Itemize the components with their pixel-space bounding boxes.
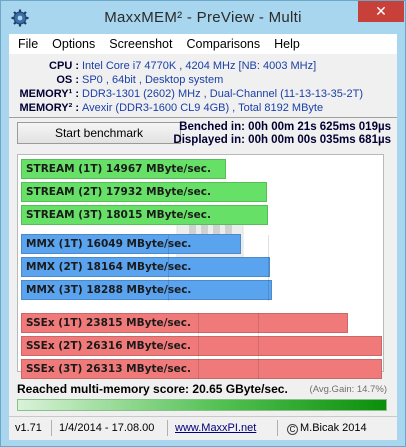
info-label: MEMORY² :: [19, 102, 79, 114]
avg-gain: (Avg.Gain: 14.7%): [309, 384, 387, 395]
info-label: MEMORY¹ :: [19, 88, 79, 100]
menu-screenshot[interactable]: Screenshot: [102, 37, 179, 51]
bar-divider: [268, 235, 269, 301]
result-bar-ssex: SSEx (1T) 23815 MByte/sec.: [21, 313, 348, 333]
result-bar-label: STREAM (3T) 18015 MByte/sec.: [26, 209, 211, 221]
app-window: MaxxMEM² - PreView - Multi ✕ File Option…: [0, 0, 406, 447]
author-name: M.Bicak 2014: [300, 422, 367, 434]
info-value: DDR3-1301 (2602) MHz , Dual-Channel (11-…: [82, 88, 364, 100]
score-text: Reached multi-memory score: 20.65 GByte/…: [17, 382, 288, 396]
info-value: Intel Core i7 4770K , 4204 MHz [NB: 4003…: [82, 60, 317, 72]
result-bar-ssex: SSEx (3T) 26313 MByte/sec.: [21, 359, 382, 379]
result-bar-label: MMX (2T) 18164 MByte/sec.: [26, 261, 192, 273]
info-value: SP0 , 64bit , Desktop system: [82, 74, 224, 86]
score-progress-bar: [17, 399, 387, 411]
status-version: v1.71: [15, 422, 42, 434]
start-benchmark-button[interactable]: Start benchmark: [17, 122, 181, 144]
window-title: MaxxMEM² - PreView - Multi: [104, 9, 302, 26]
result-bar-stream: STREAM (1T) 14967 MByte/sec.: [21, 159, 226, 179]
benchmark-times: Benched in: 00h 00m 21s 625ms 019µs Disp…: [173, 121, 391, 147]
bar-divider: [168, 235, 169, 301]
result-bar-label: SSEx (1T) 23815 MByte/sec.: [26, 317, 192, 329]
result-bar-mmx: MMX (1T) 16049 MByte/sec.: [21, 234, 241, 254]
title-bar[interactable]: MaxxMEM² - PreView - Multi ✕: [1, 1, 405, 34]
info-value: Avexir (DDR3-1600 CL9 4GB) , Total 8192 …: [82, 102, 324, 114]
separator: [9, 117, 397, 118]
bar-divider: [258, 313, 259, 379]
displayed-time: Displayed in: 00h 00m 00s 035ms 681µs: [173, 134, 391, 146]
status-bar: v1.71 1/4/2014 - 17.08.00 www.MaxxPI.net…: [9, 416, 397, 438]
result-bar-label: SSEx (2T) 26316 MByte/sec.: [26, 340, 192, 352]
info-label: OS :: [56, 74, 79, 86]
status-date: 1/4/2014 - 17.08.00: [59, 422, 155, 434]
result-bar-mmx: MMX (2T) 18164 MByte/sec.: [21, 257, 270, 277]
status-divider: [167, 420, 168, 436]
result-bar-stream: STREAM (3T) 18015 MByte/sec.: [21, 205, 268, 225]
result-bar-label: SSEx (3T) 26313 MByte/sec.: [26, 363, 192, 375]
bar-divider: [198, 313, 199, 379]
result-bar-label: MMX (3T) 18288 MByte/sec.: [26, 284, 192, 296]
status-divider: [277, 420, 278, 436]
menu-file[interactable]: File: [11, 37, 45, 51]
info-label: CPU :: [49, 60, 79, 72]
result-bar-stream: STREAM (2T) 17932 MByte/sec.: [21, 182, 267, 202]
menu-help[interactable]: Help: [267, 37, 307, 51]
score-progress-fill: [18, 400, 386, 410]
menu-bar: File Options Screenshot Comparisons Help: [9, 34, 397, 54]
copyright-icon: C: [287, 424, 298, 435]
status-author: C M.Bicak 2014: [287, 422, 367, 435]
close-button[interactable]: ✕: [358, 1, 404, 22]
result-bar-label: STREAM (2T) 17932 MByte/sec.: [26, 186, 211, 198]
close-icon: ✕: [375, 3, 387, 19]
benched-time: Benched in: 00h 00m 21s 625ms 019µs: [179, 121, 391, 133]
menu-options[interactable]: Options: [45, 37, 102, 51]
result-bar-ssex: SSEx (2T) 26316 MByte/sec.: [21, 336, 382, 356]
results-panel: legend STREAM (1T) 14967 MByte/sec.STREA…: [17, 154, 384, 379]
result-bar-mmx: MMX (3T) 18288 MByte/sec.: [21, 280, 272, 300]
result-bar-label: MMX (1T) 16049 MByte/sec.: [26, 238, 192, 250]
status-divider: [51, 420, 52, 436]
menu-comparisons[interactable]: Comparisons: [179, 37, 267, 51]
client-area: File Options Screenshot Comparisons Help…: [9, 34, 397, 440]
result-bar-label: STREAM (1T) 14967 MByte/sec.: [26, 163, 211, 175]
website-link[interactable]: www.MaxxPI.net: [175, 422, 256, 434]
